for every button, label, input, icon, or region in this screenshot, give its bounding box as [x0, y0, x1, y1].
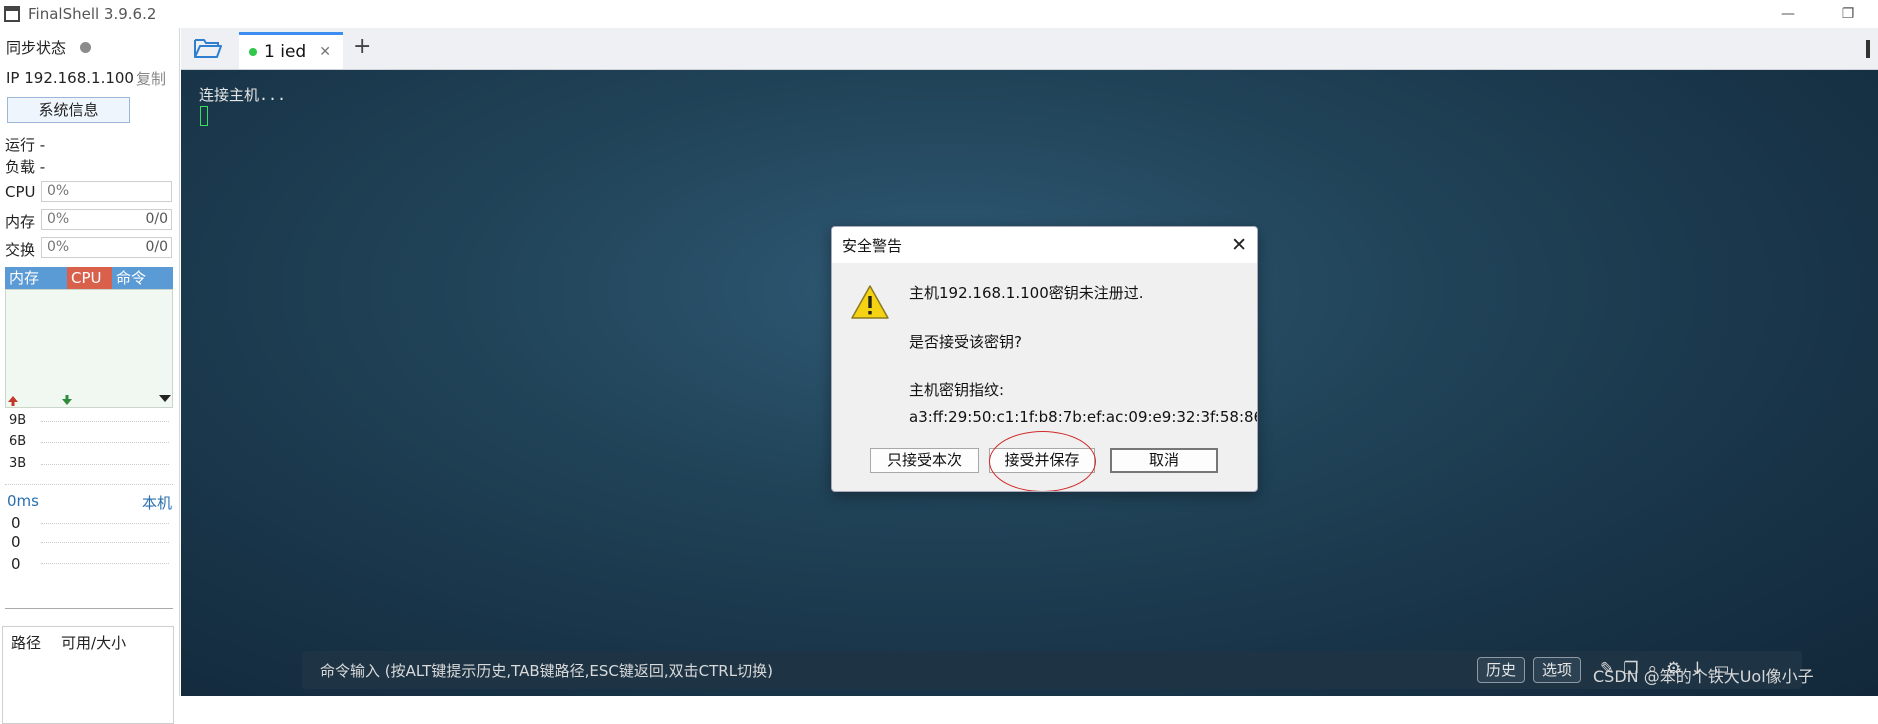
- open-folder-icon[interactable]: [193, 36, 223, 60]
- add-tab-icon[interactable]: +: [353, 34, 371, 59]
- terminal-output: 连接主机...: [199, 86, 287, 104]
- ping-latency: 0ms: [7, 492, 39, 510]
- filesystem-table: 路径 可用/大小: [2, 626, 174, 724]
- process-tab-memory[interactable]: 内存: [5, 267, 67, 289]
- command-input-bar[interactable]: 命令输入 (按ALT键提示历史,TAB键路径,ESC键返回,双击CTRL切换) …: [302, 651, 1802, 689]
- ping-header: 0ms 本机: [7, 492, 172, 513]
- load-label: 负载 -: [5, 158, 46, 176]
- dialog-title: 安全警告: [832, 227, 1257, 263]
- watermark: CSDN @笨的个铁大Uol像小子: [1593, 667, 1814, 686]
- ping-value: 0: [11, 514, 21, 532]
- cpu-meter: 0%: [41, 181, 172, 202]
- net-scale-6b: 6B: [9, 434, 27, 449]
- command-input-hint: 命令输入 (按ALT键提示历史,TAB键路径,ESC键返回,双击CTRL切换): [320, 662, 773, 680]
- options-button[interactable]: 选项: [1533, 657, 1582, 683]
- upload-arrow-icon: [8, 396, 18, 406]
- ping-value: 0: [11, 555, 21, 573]
- ping-host[interactable]: 本机: [142, 492, 172, 513]
- fs-header-size[interactable]: 可用/大小: [61, 632, 126, 653]
- swap-value: 0%: [47, 239, 70, 255]
- network-graph: 9B 6B 3B: [5, 411, 173, 485]
- dialog-message-line1: 主机192.168.1.100密钥未注册过.: [909, 284, 1144, 302]
- cpu-label: CPU: [5, 183, 36, 201]
- sync-status-dot-icon: [80, 42, 92, 53]
- sidebar: 同步状态 IP 192.168.1.100 复制 系统信息 运行 - 负载 - …: [0, 28, 180, 724]
- history-button[interactable]: 历史: [1477, 657, 1526, 683]
- ping-graph: 0 0 0: [5, 511, 173, 609]
- host-key-fingerprint: a3:ff:29:50:c1:1f:b8:7b:ef:ac:09:e9:32:3…: [909, 408, 1258, 426]
- grid-line: [41, 421, 169, 422]
- grid-line: [41, 563, 169, 564]
- ip-label: IP 192.168.1.100: [6, 69, 134, 87]
- connected-status-icon: [249, 48, 257, 56]
- process-tabs: 内存 CPU 命令: [5, 267, 173, 289]
- restore-icon[interactable]: ❐: [1818, 0, 1878, 28]
- minimize-icon[interactable]: —: [1758, 0, 1818, 28]
- filesystem-table-header: 路径 可用/大小: [3, 627, 173, 658]
- security-warning-dialog: 安全警告 ✕ 主机192.168.1.100密钥未注册过. 是否接受该密钥? 主…: [831, 226, 1258, 492]
- dialog-message-line2: 是否接受该密钥?: [909, 333, 1022, 351]
- session-tab[interactable]: 1 ied ✕: [239, 32, 343, 69]
- system-info-button[interactable]: 系统信息: [7, 97, 130, 123]
- grid-line: [41, 442, 169, 443]
- app-title: FinalShell 3.9.6.2: [28, 5, 157, 23]
- ip-row: IP 192.168.1.100 复制: [6, 68, 176, 89]
- grid-line: [41, 542, 169, 543]
- ping-value: 0: [11, 533, 21, 551]
- network-dropdown-icon[interactable]: [159, 395, 171, 403]
- net-scale-3b: 3B: [9, 456, 27, 471]
- terminal-cursor: [200, 106, 208, 126]
- cancel-button[interactable]: 取消: [1110, 448, 1218, 473]
- copy-ip-link[interactable]: 复制: [136, 68, 166, 89]
- app-icon: [4, 6, 20, 22]
- memory-value: 0%: [47, 211, 70, 227]
- memory-meter: 0% 0/0: [41, 209, 172, 230]
- process-tab-cpu[interactable]: CPU: [67, 267, 112, 289]
- memory-extra: 0/0: [145, 211, 168, 227]
- net-scale-9b: 9B: [9, 413, 27, 428]
- sync-status-label: 同步状态: [6, 39, 67, 57]
- download-arrow-icon: [62, 395, 72, 405]
- close-tab-icon[interactable]: ✕: [319, 44, 331, 60]
- process-tab-command[interactable]: 命令: [112, 267, 173, 289]
- fs-header-path[interactable]: 路径: [11, 632, 41, 653]
- swap-label: 交换: [5, 241, 36, 259]
- title-bar: FinalShell 3.9.6.2 — ❐: [0, 0, 1878, 28]
- swap-extra: 0/0: [145, 239, 168, 255]
- warning-icon: [851, 285, 889, 319]
- window-controls: — ❐: [1758, 0, 1878, 28]
- accept-once-button[interactable]: 只接受本次: [870, 448, 979, 473]
- grid-line: [41, 464, 169, 465]
- dialog-message-line3: 主机密钥指纹:: [909, 381, 1005, 399]
- close-icon[interactable]: ✕: [1231, 234, 1247, 256]
- swap-meter: 0% 0/0: [41, 237, 172, 258]
- memory-label: 内存: [5, 213, 36, 231]
- side-panel-toggle-icon[interactable]: [1866, 40, 1874, 58]
- network-header: [5, 391, 173, 407]
- run-label: 运行 -: [5, 136, 46, 154]
- highlight-annotation: [989, 431, 1096, 491]
- grid-line: [41, 523, 169, 524]
- session-tab-bar: 1 ied ✕ +: [181, 28, 1878, 70]
- sync-status: 同步状态: [6, 37, 92, 58]
- cpu-value: 0%: [47, 183, 70, 199]
- session-tab-label: 1 ied: [264, 42, 307, 62]
